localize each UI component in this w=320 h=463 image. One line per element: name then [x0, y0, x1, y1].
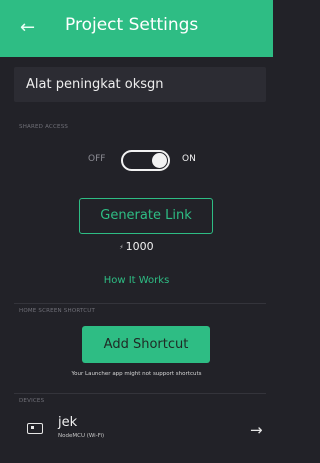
energy-value: 1000 [125, 240, 154, 253]
section-label-shared-access: SHARED ACCESS [19, 124, 69, 130]
section-label-devices: DEVICES [19, 398, 45, 404]
project-name-input[interactable]: Alat peningkat oksgn [14, 67, 266, 102]
shared-access-toggle[interactable] [121, 150, 170, 171]
toggle-knob [152, 153, 167, 168]
shared-access-toggle-row: OFF ON [0, 148, 273, 174]
toggle-on-label: ON [182, 154, 196, 164]
device-name: jek [58, 415, 78, 430]
divider [14, 303, 266, 304]
add-shortcut-button[interactable]: Add Shortcut [82, 326, 210, 363]
arrow-right-icon[interactable]: → [250, 421, 263, 439]
how-it-works-link[interactable]: How It Works [0, 275, 273, 286]
device-type: NodeMCU (Wi-Fi) [58, 433, 105, 439]
section-label-home-screen-shortcut: HOME SCREEN SHORTCUT [19, 308, 96, 314]
divider [14, 393, 266, 394]
energy-icon: ⚡ [119, 243, 124, 251]
shortcut-hint: Your Launcher app might not support shor… [71, 371, 202, 377]
device-icon [27, 423, 43, 434]
app-bar: ← Project Settings [0, 0, 273, 57]
energy-cost: ⚡ 1000 [0, 240, 273, 253]
toggle-off-label: OFF [88, 154, 106, 164]
generate-link-button[interactable]: Generate Link [79, 198, 213, 234]
device-list-item[interactable]: jek NodeMCU (Wi-Fi) → [0, 413, 273, 453]
page-title: Project Settings [65, 15, 199, 35]
arrow-left-icon[interactable]: ← [20, 16, 40, 40]
